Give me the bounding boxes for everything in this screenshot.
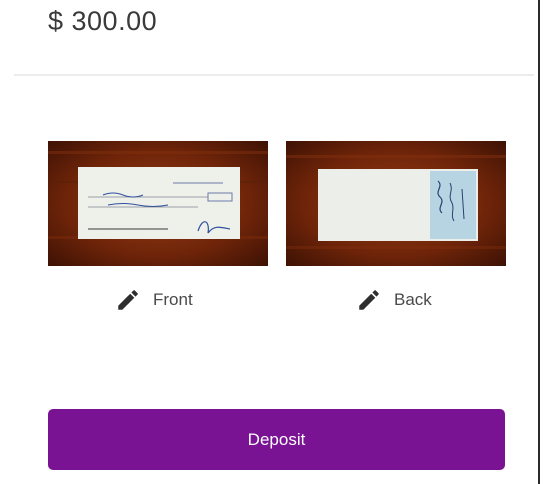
back-label: Back: [394, 290, 432, 309]
check-front-image[interactable]: [48, 141, 268, 266]
edit-front-button[interactable]: Front: [115, 287, 193, 313]
check-back-photo: [286, 141, 506, 266]
divider: [14, 74, 534, 76]
deposit-review-screen: $ 300.00 Front Back Deposit: [0, 0, 543, 484]
deposit-amount: $ 300.00: [48, 6, 158, 36]
pencil-icon: [356, 287, 382, 313]
edit-back-button[interactable]: Back: [356, 287, 432, 313]
deposit-button[interactable]: Deposit: [48, 409, 505, 470]
check-front-photo: [48, 141, 268, 266]
front-label: Front: [153, 290, 193, 309]
pencil-icon: [115, 287, 141, 313]
window-edge: [538, 0, 540, 484]
check-back-image[interactable]: [286, 141, 506, 266]
